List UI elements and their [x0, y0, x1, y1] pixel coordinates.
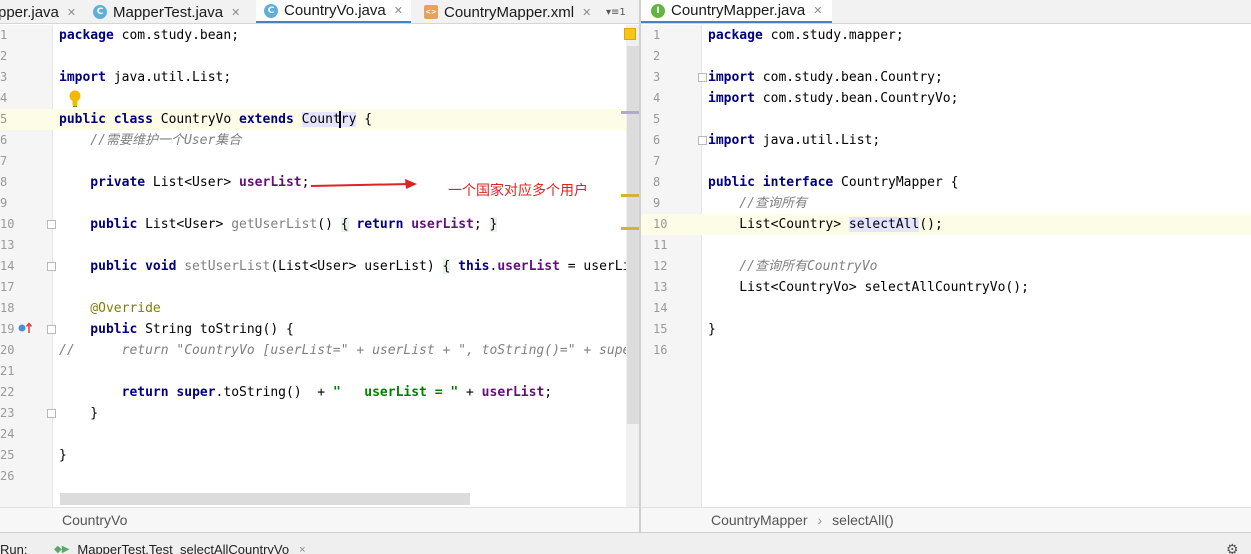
- code-line: 18 @Override: [0, 301, 161, 316]
- annotation-note: 一个国家对应多个用户: [448, 183, 588, 199]
- code-line: 8 public interface CountryMapper {: [653, 175, 959, 190]
- code-line: 13: [0, 238, 15, 252]
- run-config-label: MapperTest.Test_selectAllCountryVo: [77, 542, 290, 554]
- code-line: 4: [0, 91, 8, 105]
- code-line: 7: [0, 154, 8, 168]
- code-line: 2: [0, 49, 8, 63]
- breadcrumb-separator: ›: [817, 512, 823, 528]
- code-line: 6 //需要维护一个User集合: [0, 133, 242, 148]
- warning-marker[interactable]: [621, 194, 639, 197]
- usage-marker[interactable]: [621, 111, 639, 114]
- annotation-arrow: [311, 179, 417, 189]
- code-line: 6 import java.util.List;: [653, 133, 881, 148]
- horizontal-scrollbar-thumb[interactable]: [60, 493, 470, 505]
- code-line: 2: [653, 49, 661, 63]
- code-line: 23 }: [0, 406, 99, 421]
- tab-label: pper.java: [0, 3, 59, 21]
- code-line: 15}: [653, 322, 716, 337]
- tab-label: CountryVo.java: [284, 2, 386, 19]
- fold-icon[interactable]: [47, 220, 56, 229]
- tab-label: MapperTest.java: [113, 3, 224, 21]
- code-line-current: 10 List<Country> selectAll();: [641, 214, 1251, 235]
- run-icon: ◆▶: [54, 544, 70, 554]
- code-line: 4 import com.study.bean.CountryVo;: [653, 91, 959, 106]
- tab-mappertest-java[interactable]: C MapperTest.java ✕: [93, 0, 240, 23]
- fold-icon[interactable]: [698, 73, 707, 82]
- breadcrumb: CountryVo: [0, 507, 639, 532]
- run-tool-window-header: Run: ◆▶ MapperTest.Test_selectAllCountry…: [0, 532, 1251, 554]
- code-line: 24: [0, 427, 15, 441]
- code-line: 1 package com.study.bean;: [0, 28, 240, 43]
- lightbulb-icon[interactable]: [68, 90, 82, 108]
- breadcrumb-item[interactable]: CountryVo: [62, 512, 127, 528]
- xml-icon: <>: [424, 5, 438, 19]
- highlighted-identifier: Country: [301, 112, 357, 127]
- code-line: 9 //查询所有: [653, 196, 807, 211]
- tab-label: CountryMapper.xml: [444, 3, 575, 21]
- right-editor[interactable]: 1 package com.study.mapper; 2 3 import com…: [641, 25, 1251, 507]
- code-line: 21: [0, 364, 15, 378]
- run-config-tab[interactable]: ◆▶ MapperTest.Test_selectAllCountryVo ×: [54, 542, 306, 554]
- code-line: 19 public String toString() {: [0, 322, 294, 337]
- override-icon[interactable]: [18, 322, 34, 334]
- highlighted-identifier: selectAll: [848, 217, 920, 232]
- close-icon[interactable]: ✕: [231, 6, 240, 19]
- code-line: 17: [0, 280, 15, 294]
- close-icon[interactable]: ×: [299, 544, 305, 554]
- class-icon: C: [93, 5, 107, 19]
- code-line: 7: [653, 154, 661, 168]
- code-line: 3 import java.util.List;: [0, 70, 232, 85]
- code-line: 20// return "CountryVo [userList=" + use…: [0, 343, 626, 358]
- right-tab-bar: I CountryMapper.java ✕: [641, 0, 1251, 24]
- fold-icon[interactable]: [47, 325, 56, 334]
- code-line-current: 5 public class CountryVo extends Country …: [0, 109, 626, 130]
- code-line: 12 //查询所有CountryVo: [653, 259, 878, 274]
- code-line: 22 return super.toString() + " userList …: [0, 385, 553, 400]
- code-line: 1 package com.study.mapper;: [653, 28, 904, 43]
- left-tab-bar: pper.java ✕ C MapperTest.java ✕ C Countr…: [0, 0, 639, 24]
- breadcrumb: CountryMapper › selectAll(): [641, 507, 1251, 532]
- class-icon: C: [264, 3, 278, 18]
- code-line: 10 public List<User> getUserList() { ret…: [0, 217, 498, 232]
- close-icon[interactable]: ✕: [813, 4, 822, 17]
- run-label: Run:: [0, 542, 28, 554]
- text-caret: [339, 111, 341, 128]
- fold-icon[interactable]: [698, 136, 707, 145]
- inspection-status-icon[interactable]: [624, 28, 636, 40]
- tab-countryvo-java[interactable]: C CountryVo.java ✕: [256, 0, 411, 23]
- tab-label: CountryMapper.java: [671, 2, 806, 19]
- code-line: 16: [653, 343, 668, 357]
- code-line: 14: [653, 301, 668, 315]
- fold-icon[interactable]: [47, 409, 56, 418]
- left-editor[interactable]: 1 package com.study.bean; 2 3 import java.…: [0, 25, 626, 507]
- tab-overflow-button[interactable]: ▾≡1: [606, 0, 626, 23]
- code-line: 13 List<CountryVo> selectAllCountryVo();: [653, 280, 1029, 295]
- gear-icon[interactable]: ⚙: [1226, 541, 1239, 554]
- breadcrumb-item[interactable]: selectAll(): [832, 512, 893, 528]
- code-line: 25}: [0, 448, 67, 463]
- breadcrumb-item[interactable]: CountryMapper: [711, 512, 808, 528]
- code-line: 3 import com.study.bean.Country;: [653, 70, 943, 85]
- close-icon[interactable]: ✕: [582, 6, 591, 19]
- code-line: 14 public void setUserList(List<User> us…: [0, 259, 626, 274]
- code-line: 5: [653, 112, 661, 126]
- tab-countrymapper-xml[interactable]: <> CountryMapper.xml ✕: [424, 0, 591, 23]
- warning-marker[interactable]: [621, 227, 639, 230]
- tab-countrymapper-java[interactable]: I CountryMapper.java ✕: [641, 0, 833, 23]
- close-icon[interactable]: ✕: [394, 4, 403, 17]
- vertical-scrollbar-thumb[interactable]: [627, 46, 639, 424]
- tab-mapper-java[interactable]: pper.java ✕: [0, 0, 76, 23]
- fold-icon[interactable]: [47, 262, 56, 271]
- code-line: 11: [653, 238, 668, 252]
- code-line: 26: [0, 469, 15, 483]
- interface-icon: I: [651, 3, 665, 18]
- close-icon[interactable]: ✕: [67, 6, 76, 19]
